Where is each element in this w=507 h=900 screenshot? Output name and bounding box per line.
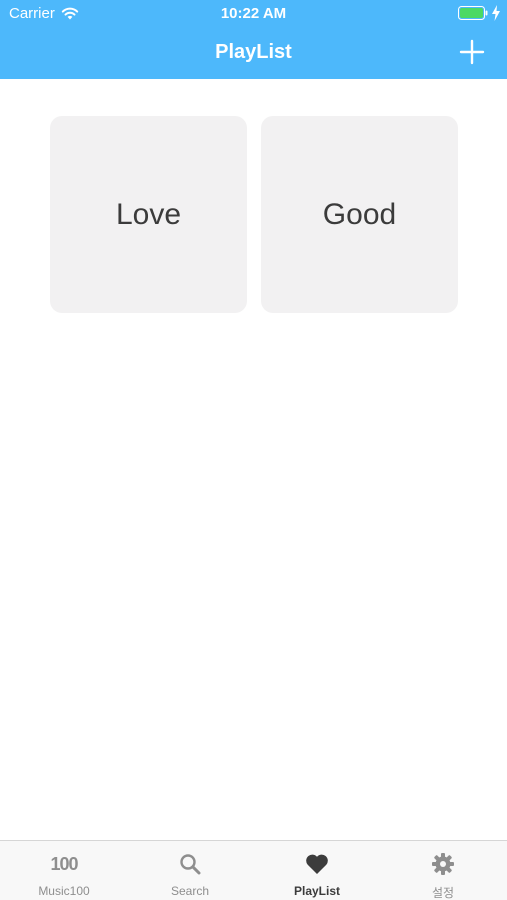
tab-label: Music100 — [38, 884, 90, 898]
top-bar: Carrier 10:22 AM PlayList — [0, 0, 507, 79]
tab-bar: 100 Music100 Search PlayList 설정 — [0, 840, 507, 900]
page-title: PlayList — [215, 41, 292, 63]
playlist-name: Good — [322, 197, 397, 231]
status-time: 10:22 AM — [220, 5, 287, 22]
playlist-tile[interactable]: Love — [50, 116, 247, 313]
gear-icon — [432, 853, 454, 875]
tab-label: 설정 — [431, 886, 455, 900]
tab-search[interactable]: Search — [127, 841, 253, 900]
add-playlist-button[interactable] — [458, 38, 486, 66]
tab-label: Search — [170, 884, 210, 898]
battery-icon — [458, 6, 488, 20]
tab-music100[interactable]: 100 Music100 — [1, 841, 127, 900]
playlist-tile[interactable]: Good — [261, 116, 458, 313]
playlist-screen: Carrier 10:22 AM PlayList Love Good 100 … — [0, 0, 507, 900]
top100-icon: 100 — [50, 853, 78, 874]
tab-settings[interactable]: 설정 — [380, 841, 506, 900]
tab-playlist[interactable]: PlayList — [254, 841, 380, 900]
heart-icon — [306, 854, 328, 874]
tab-label: PlayList — [293, 884, 341, 898]
status-bar: Carrier 10:22 AM — [0, 0, 507, 28]
plus-icon — [459, 39, 485, 65]
search-icon — [180, 854, 201, 875]
playlist-name: Love — [115, 197, 182, 231]
charging-bolt-icon — [492, 5, 500, 21]
